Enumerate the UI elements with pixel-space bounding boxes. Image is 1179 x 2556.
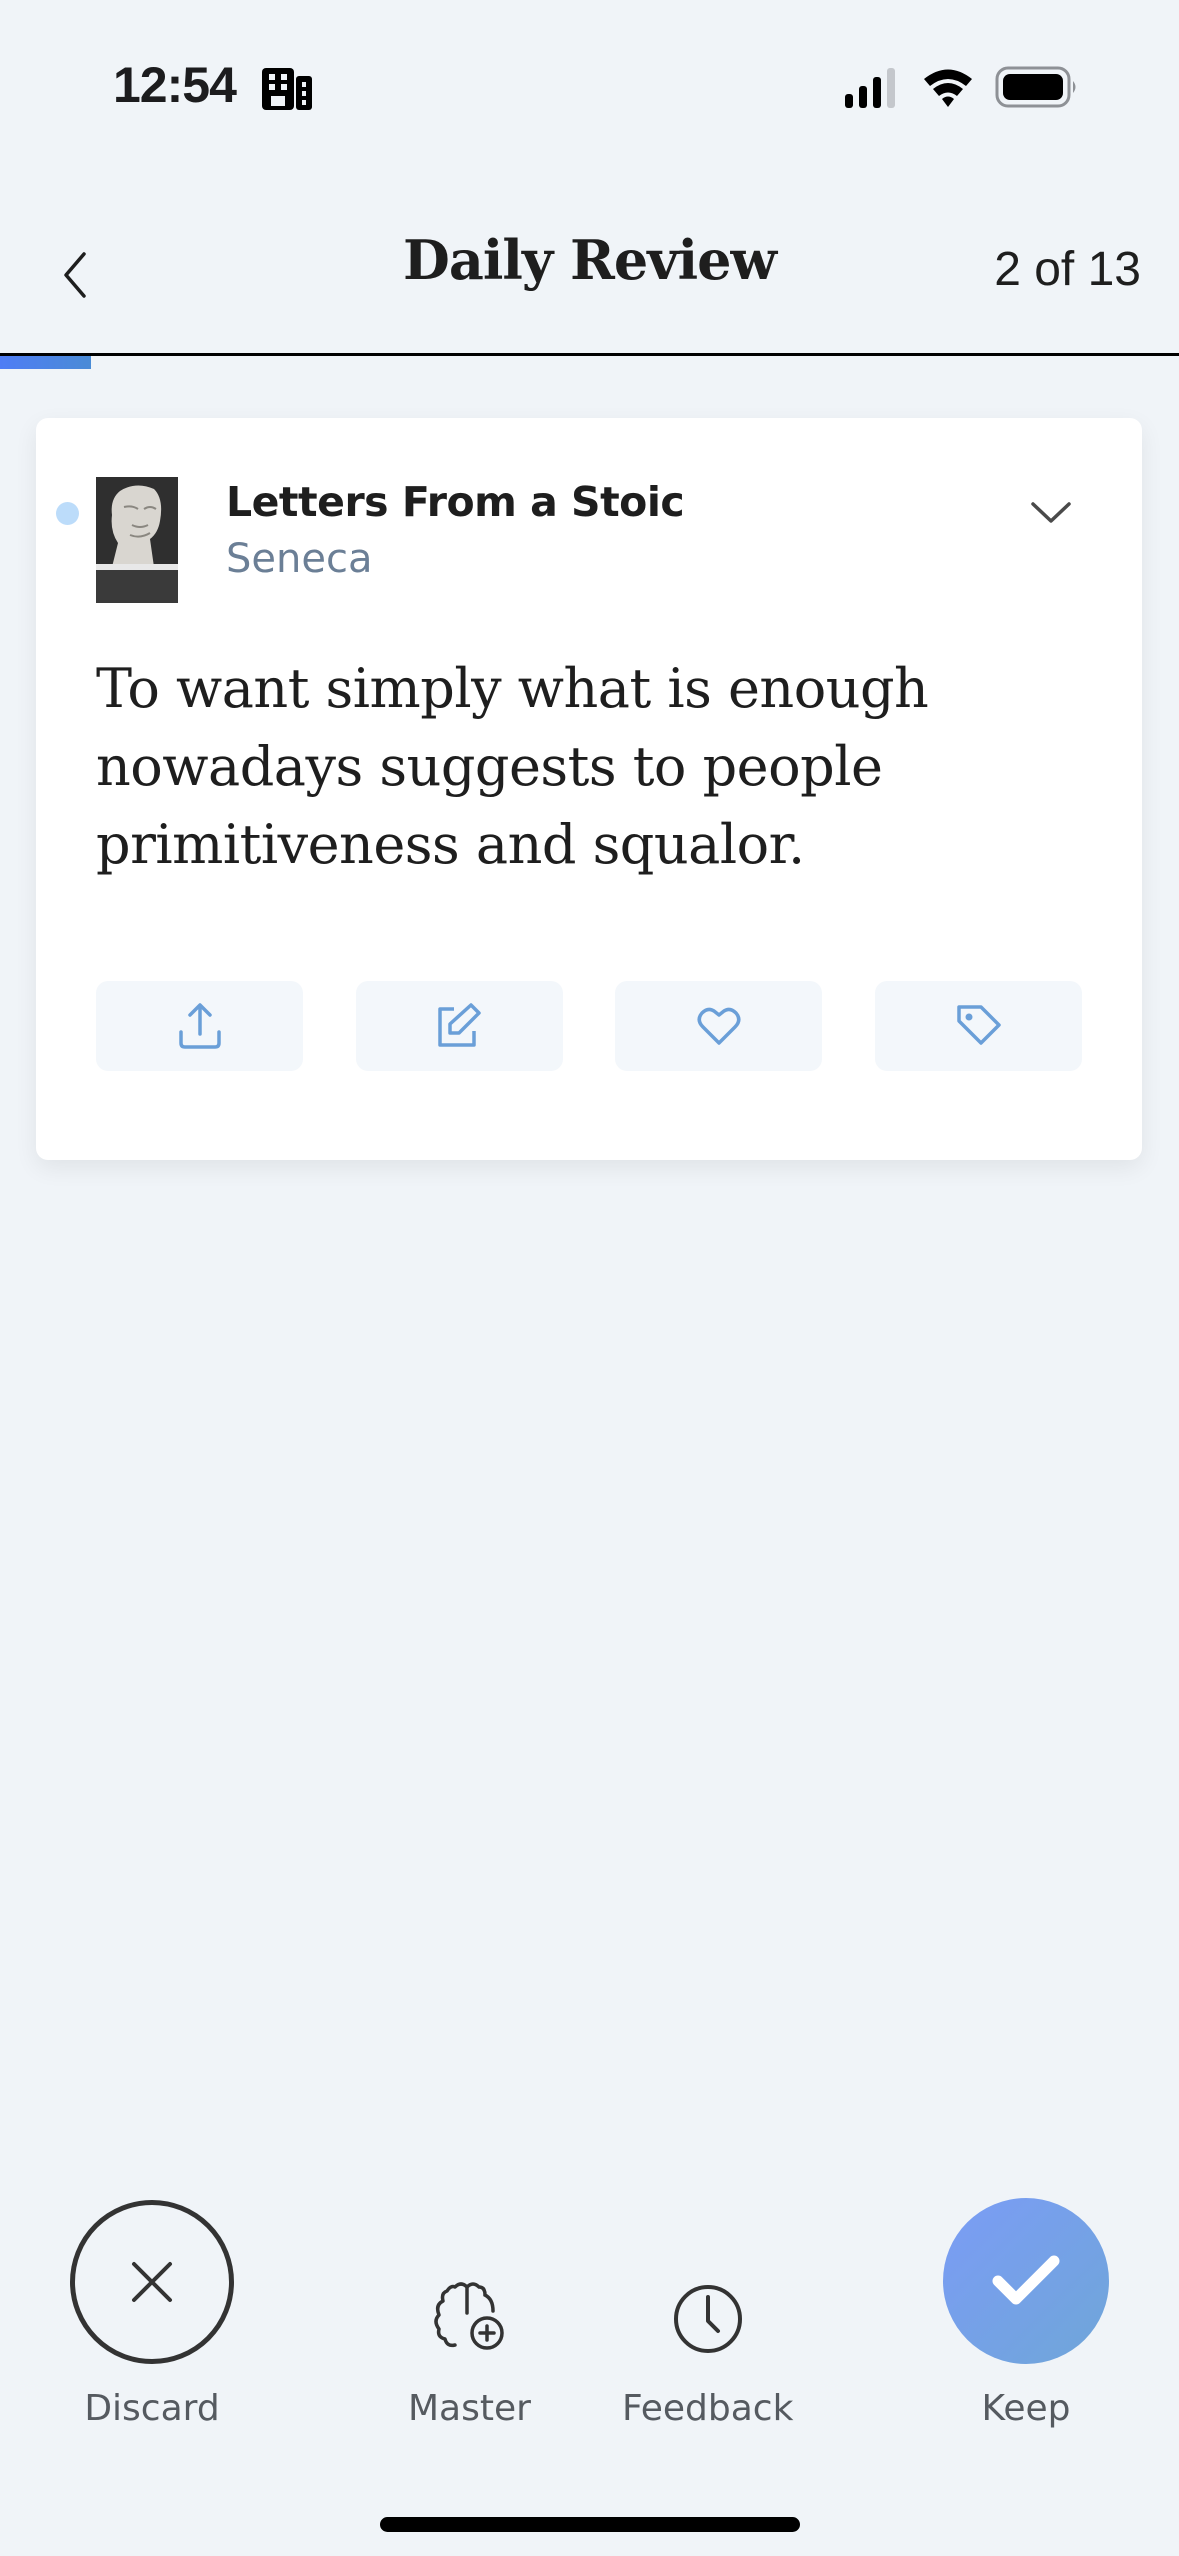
status-time: 12:54 bbox=[113, 57, 237, 113]
review-progress-fill bbox=[0, 356, 91, 369]
book-title[interactable]: Letters From a Stoic bbox=[226, 478, 685, 526]
card-actions bbox=[96, 981, 1082, 1071]
review-counter: 2 of 13 bbox=[994, 243, 1141, 296]
discard-button[interactable]: Discard bbox=[70, 2200, 234, 2429]
discard-label: Discard bbox=[84, 2388, 220, 2429]
tag-button[interactable] bbox=[874, 981, 1082, 1071]
highlight-card: Letters From a Stoic Seneca To want simp… bbox=[36, 418, 1142, 1160]
edit-button[interactable] bbox=[355, 981, 563, 1071]
edit-icon bbox=[438, 1003, 481, 1047]
book-cover bbox=[96, 477, 178, 603]
chevron-down-icon bbox=[1031, 502, 1071, 523]
home-indicator[interactable] bbox=[380, 2517, 800, 2532]
keep-label: Keep bbox=[981, 2388, 1071, 2429]
nav-header: Daily Review 2 of 13 bbox=[0, 200, 1179, 356]
expand-button[interactable] bbox=[1026, 488, 1076, 538]
keep-button[interactable]: Keep bbox=[943, 2198, 1109, 2429]
signal-icon bbox=[845, 68, 895, 108]
clock-icon bbox=[673, 2285, 742, 2353]
book-author[interactable]: Seneca bbox=[226, 536, 372, 582]
feedback-label: Feedback bbox=[622, 2388, 794, 2429]
share-button[interactable] bbox=[96, 981, 303, 1071]
tag-icon bbox=[957, 1005, 1002, 1045]
favorite-button[interactable] bbox=[615, 981, 823, 1071]
status-bar: 12:54 bbox=[0, 0, 1179, 170]
master-label: Master bbox=[408, 2388, 531, 2429]
unread-indicator bbox=[56, 502, 79, 525]
bust-image bbox=[111, 485, 162, 567]
bottom-action-bar: Discard Master Feedback Keep bbox=[0, 2190, 1179, 2450]
building-icon bbox=[262, 68, 312, 110]
check-icon bbox=[992, 2255, 1060, 2305]
wifi-icon bbox=[924, 69, 972, 107]
brain-plus-icon bbox=[434, 2282, 505, 2350]
share-icon bbox=[178, 1003, 221, 1049]
feedback-button[interactable]: Feedback bbox=[622, 2200, 793, 2429]
review-progress-bar bbox=[0, 356, 1179, 369]
battery-icon bbox=[995, 66, 1076, 108]
master-button[interactable]: Master bbox=[408, 2200, 531, 2429]
heart-icon bbox=[697, 1007, 741, 1045]
highlight-quote: To want simply what is enough nowadays s… bbox=[96, 657, 929, 876]
close-icon bbox=[132, 2262, 172, 2302]
